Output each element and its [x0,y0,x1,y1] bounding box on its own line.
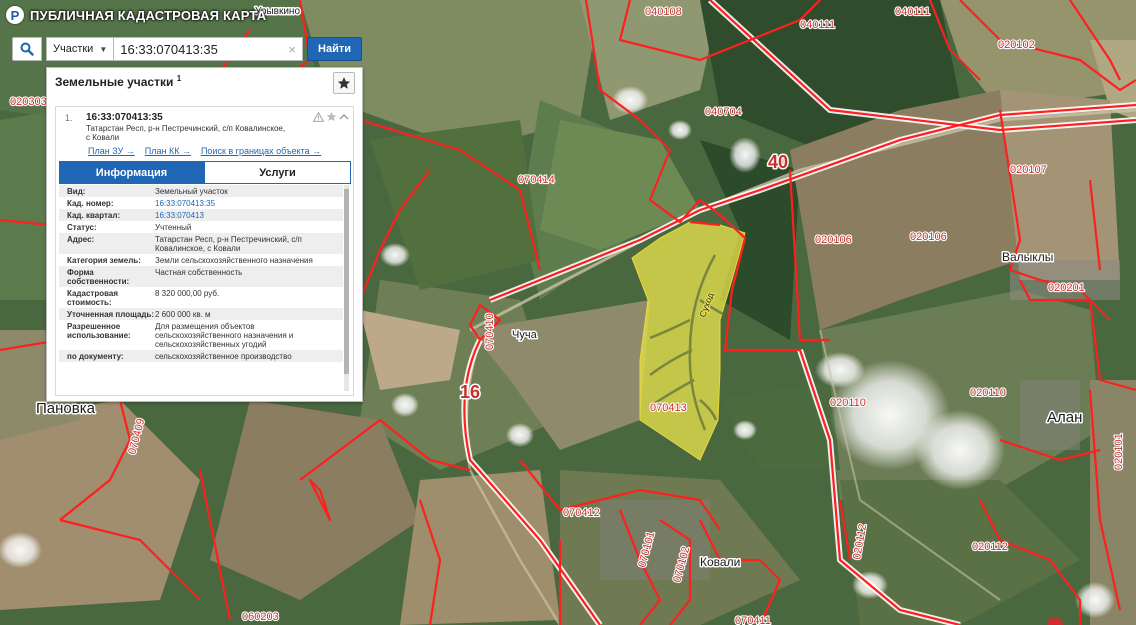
info-row: Кадастровая стоимость: 8 320 000,00 руб. [59,287,343,308]
place-label: Пановка [36,400,96,417]
search-submit-button[interactable]: Найти [307,37,362,61]
info-key: Форма собственности: [67,268,130,286]
parcel-label: 070411 [735,615,771,625]
parcel-label: 060203 [242,611,279,623]
app-title: ПУБЛИЧНАЯ КАДАСТРОВАЯ КАРТА [30,7,267,23]
parcel-label: 020106 [910,231,947,243]
search-input[interactable] [120,41,285,57]
star-icon[interactable] [326,111,337,122]
info-row: Форма собственности: Частная собственност… [59,266,343,287]
panel-title-text: Земельные участки [55,75,174,89]
search-in-bounds-link[interactable]: Поиск в границах объекта → [201,146,321,156]
search-icon[interactable] [12,37,42,61]
place-label: Валыклы [1002,250,1053,264]
place-label: Ковали [700,555,740,569]
info-key: Адрес: [67,235,95,244]
info-row: по документу: сельскохозяйственное произв… [59,350,343,362]
chevron-up-icon[interactable] [339,112,349,122]
result-index: 1. [65,113,73,123]
info-row: Статус: Учтенный [59,221,343,233]
info-scrollbar-thumb[interactable] [344,189,349,374]
info-row: Категория земель: Земли сельскохозяйствен… [59,254,343,266]
app-titlebar: P ПУБЛИЧНАЯ КАДАСТРОВАЯ КАРТА [0,0,266,30]
info-key: Кад. квартал: [67,211,121,220]
info-value: 2 600 000 кв. м [155,310,211,319]
parcel-label: 020107 [1010,164,1047,176]
info-key: Разрешенное использование: [67,322,131,340]
tab-information[interactable]: Информация [59,161,204,184]
info-row: Разрешенное использование: Для размещения… [59,320,343,350]
info-key: по документу: [67,352,124,361]
road-number-label: 16 [460,382,480,402]
parcel-label: 020303 [10,96,47,108]
info-value: Татарстан Респ, р-н Пестречинский, с/п К… [155,235,302,253]
parcel-label: 020106 [815,234,852,246]
info-scrollbar[interactable] [344,185,349,391]
parcel-label: 020102 [998,39,1035,51]
search-bar: Участки ▼ × Найти [12,37,362,61]
parcel-label: 070412 [563,507,600,519]
plan-zu-link[interactable]: План ЗУ → [88,146,135,156]
info-key: Категория земель: [67,256,141,265]
info-key: Вид: [67,187,86,196]
result-count: 1 [176,74,182,83]
panel-title: Земельные участки 1 [55,74,181,89]
info-row: Адрес: Татарстан Респ, р-н Пестречинский,… [59,233,343,254]
parcel-label: 020201 [1048,282,1085,294]
info-value: Частная собственность [155,268,243,277]
info-value: Учтенный [155,223,192,232]
info-row: Уточненная площадь: 2 600 000 кв. м [59,308,343,320]
parcel-label: 020110 [970,387,1006,399]
info-row: Вид: Земельный участок [59,185,343,197]
results-panel: Земельные участки 1 1. 16:33:070413:35 Т… [46,67,363,402]
info-value[interactable]: 16:33:070413:35 [155,199,343,208]
app-logo-icon: P [6,6,24,24]
info-table: Вид: Земельный участок Кад. номер: 16:33:07… [59,185,343,391]
info-value: Земли сельскохозяйственного назначения [155,256,313,265]
chevron-down-icon: ▼ [99,44,108,54]
tab-services[interactable]: Услуги [204,161,351,184]
info-row: Кад. квартал: 16:33:070413 [59,209,343,221]
parcel-label: 070413 [650,402,687,414]
panel-header: Земельные участки 1 [47,68,362,98]
result-address: Татарстан Респ, р-н Пестречинский, с/п К… [86,124,286,142]
parcel-label: 040108 [645,6,682,18]
plan-kk-link[interactable]: План КК → [145,146,191,156]
info-key: Кад. номер: [67,199,114,208]
info-key: Статус: [67,223,97,232]
parcel-label: 020112 [972,541,1008,553]
parcel-label: 040111 [895,6,930,18]
clear-icon[interactable]: × [288,42,296,57]
result-links: План ЗУ → План КК → Поиск в границах объ… [88,146,321,156]
parcel-label: 020110 [830,397,866,409]
search-field[interactable]: × [114,37,304,61]
parcel-label: 020101 [1113,433,1125,470]
info-value: Земельный участок [155,187,228,196]
result-cadastral-number[interactable]: 16:33:070413:35 [86,112,163,123]
result-tabs: Информация Услуги [59,161,351,184]
place-label: Чуча [512,329,538,341]
parcel-label: 070410 [484,313,496,350]
search-type-dropdown[interactable]: Участки ▼ [46,37,115,61]
info-value: сельскохозяйственное производство [155,352,292,361]
parcel-label: 040704 [705,106,742,118]
road-number-label: 40 [768,152,788,172]
result-card[interactable]: 1. 16:33:070413:35 Татарстан Респ, р-н П… [55,106,354,396]
search-type-label: Участки [53,43,94,55]
parcel-label: 040111 [800,19,835,31]
favorites-button[interactable] [333,72,355,94]
result-tools [313,111,349,122]
parcel-label: 070414 [518,174,555,186]
warning-icon[interactable] [313,111,324,122]
info-value[interactable]: 16:33:070413 [155,211,343,220]
star-icon [337,77,351,89]
info-value: Для размещения объектов сельскохозяйстве… [155,322,294,349]
info-key: Кадастровая стоимость: [67,289,119,307]
info-value: 8 320 000,00 руб. [155,289,220,298]
info-row: Кад. номер: 16:33:070413:35 [59,197,343,209]
place-label: Алан [1047,409,1082,426]
info-key: Уточненная площадь: [67,310,155,319]
